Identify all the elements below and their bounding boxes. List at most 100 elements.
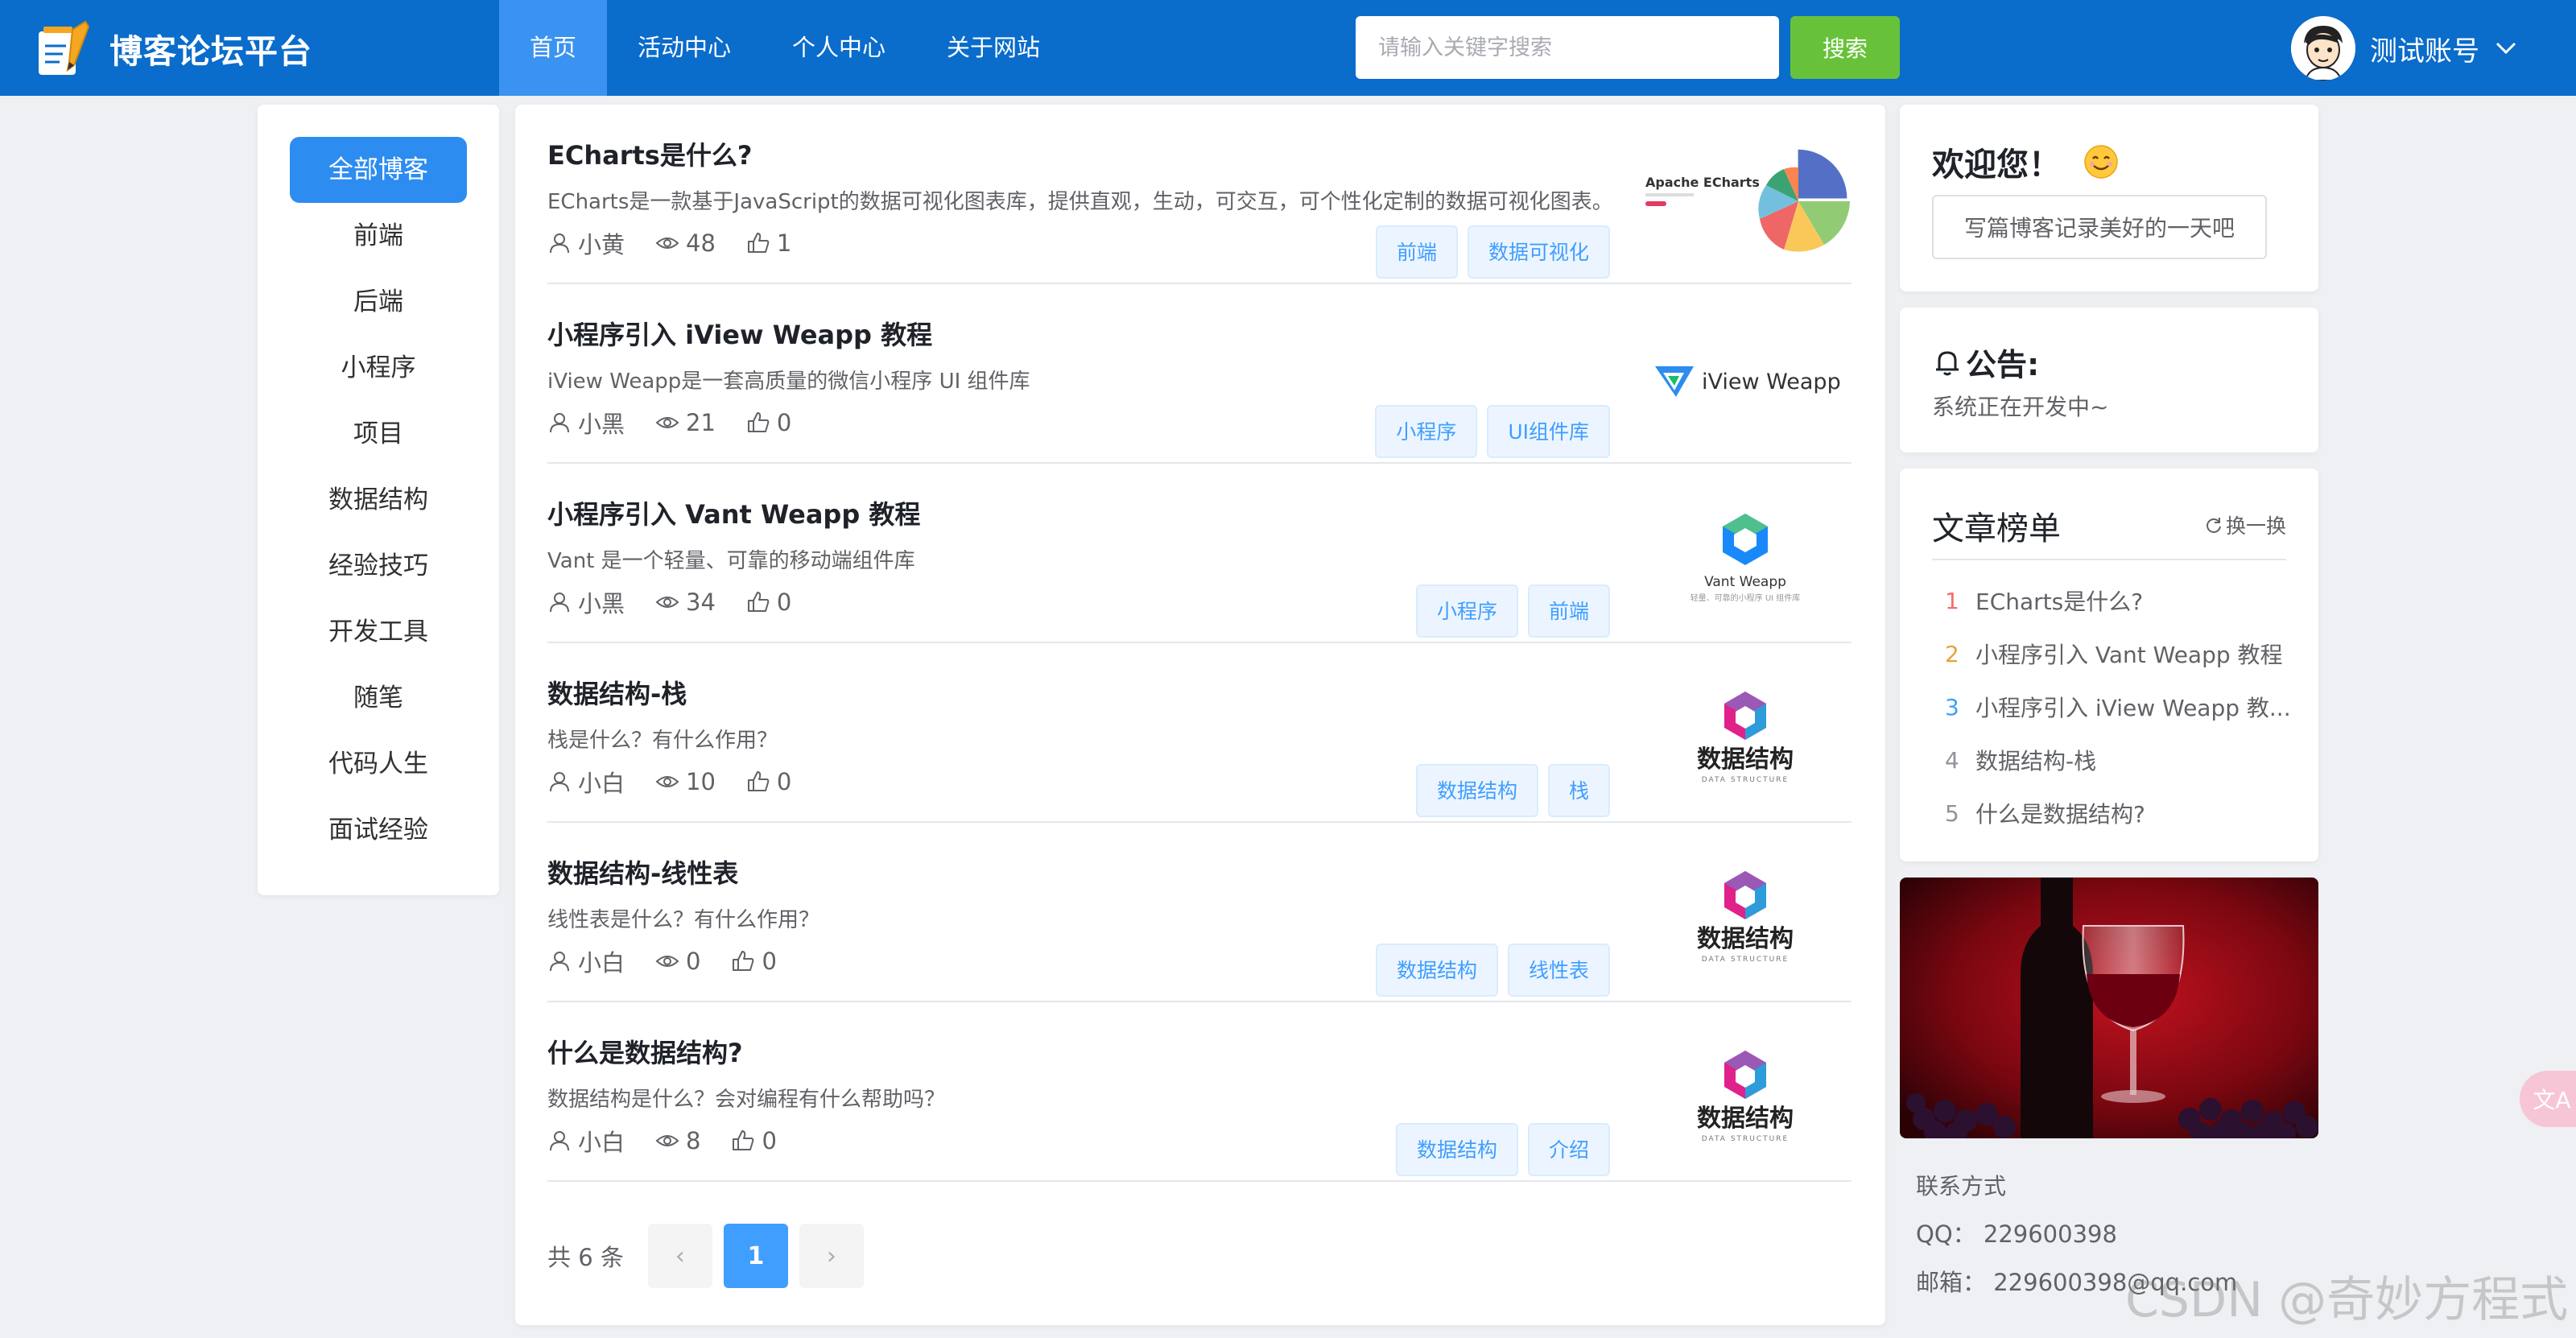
like-count[interactable]: 0 [746,588,791,616]
ranking-item[interactable]: 5 什么是数据结构? [1945,789,2299,837]
bell-icon [1936,351,1959,375]
author-name: 小白 [578,770,625,797]
category-project[interactable]: 项目 [290,401,467,467]
data-structure-thumbnail: 数据结构 DATA STRUCTURE [1697,692,1794,784]
prev-page-button[interactable]: ‹ [647,1224,712,1288]
article-desc: 数据结构是什么？会对编程有什么帮助吗？ [547,1088,946,1112]
user-menu[interactable]: 测试账号 [2291,16,2518,81]
rank-number: 2 [1945,640,1959,667]
nav-home[interactable]: 首页 [499,0,608,96]
rank-title: 数据结构-栈 [1975,748,2097,774]
article-title[interactable]: 数据结构-线性表 [547,853,738,890]
view-count: 8 [655,1127,700,1154]
article-tags: 数据结构 介绍 [1386,1123,1610,1176]
tag[interactable]: 数据结构 [1395,1123,1518,1176]
like-count[interactable]: 0 [731,1127,777,1154]
page-button-current[interactable]: 1 [723,1224,788,1288]
translate-button[interactable]: 文A [2520,1071,2576,1127]
views-value: 21 [686,409,716,436]
category-backend[interactable]: 后端 [290,269,467,335]
category-dev-tools[interactable]: 开发工具 [290,599,467,665]
tag[interactable]: 数据可视化 [1467,225,1610,279]
tag[interactable]: 栈 [1547,764,1610,817]
ranking-item[interactable]: 4 数据结构-栈 [1945,736,2299,784]
thumb-sublabel: 轻量、可靠的小程序 UI 组件库 [1690,593,1801,603]
article-meta: 小黄 48 1 [547,227,822,259]
author-name: 小白 [578,949,625,977]
welcome-card: 欢迎您！ 写篇博客记录美好的一天吧 [1900,105,2318,291]
like-count[interactable]: 0 [746,409,791,436]
likes-value: 0 [776,409,792,436]
article-item[interactable]: ECharts是什么? ECharts是一款基于JavaScript的数据可视化… [547,105,1852,284]
thumb-label: iView Weapp [1702,370,1841,394]
category-all[interactable]: 全部博客 [290,137,467,203]
contact-qq: QQ： 229600398 [1916,1220,2117,1248]
site-logo[interactable]: 博客论坛平台 [35,18,312,79]
view-count: 0 [655,948,700,975]
user-icon [550,413,569,433]
article-tags: 数据结构 栈 [1406,764,1610,817]
article-desc: 栈是什么？有什么作用？ [547,729,778,753]
tag[interactable]: 前端 [1375,225,1458,279]
nav-about[interactable]: 关于网站 [916,0,1071,96]
article-title[interactable]: ECharts是什么? [547,135,752,172]
ranking-item[interactable]: 1 ECharts是什么? [1945,576,2299,625]
category-data-structure[interactable]: 数据结构 [290,467,467,533]
search-button[interactable]: 搜索 [1790,16,1900,79]
tag[interactable]: UI组件库 [1487,405,1610,458]
like-count[interactable]: 0 [746,768,791,795]
article-tags: 小程序 前端 [1406,584,1610,638]
likes-value: 0 [762,1127,777,1154]
refresh-label: 换一换 [2225,514,2286,538]
rank-number: 3 [1945,693,1959,721]
article-item[interactable]: 数据结构-线性表 线性表是什么？有什么作用？ 小白 0 0 数据结构 线性表 数… [547,823,1852,1002]
article-title[interactable]: 数据结构-栈 [547,674,687,711]
article-item[interactable]: 什么是数据结构? 数据结构是什么？会对编程有什么帮助吗？ 小白 8 0 数据结构… [547,1002,1852,1182]
tag[interactable]: 小程序 [1415,584,1518,638]
nav-activity[interactable]: 活动中心 [607,0,762,96]
tag[interactable]: 前端 [1527,584,1610,638]
thumb-sublabel: DATA STRUCTURE [1702,776,1789,784]
article-title[interactable]: 小程序引入 iView Weapp 教程 [547,315,932,352]
article-item[interactable]: 数据结构-栈 栈是什么？有什么作用？ 小白 10 0 数据结构 栈 数据结构 D… [547,643,1852,823]
category-frontend[interactable]: 前端 [290,203,467,269]
view-count: 34 [655,588,716,616]
category-sidebar: 全部博客 前端 后端 小程序 项目 数据结构 经验技巧 开发工具 随笔 代码人生… [258,105,499,895]
thumb-label: 数据结构 [1697,925,1794,953]
tag[interactable]: 线性表 [1507,944,1610,997]
category-essay[interactable]: 随笔 [290,665,467,731]
article-title[interactable]: 什么是数据结构? [547,1033,743,1070]
tag[interactable]: 小程序 [1375,405,1478,458]
likes-value: 0 [762,948,777,975]
tag[interactable]: 数据结构 [1415,764,1538,817]
write-blog-button[interactable]: 写篇博客记录美好的一天吧 [1932,195,2267,259]
article-item[interactable]: 小程序引入 Vant Weapp 教程 Vant 是一个轻量、可靠的移动端组件库… [547,464,1852,643]
refresh-button[interactable]: 换一换 [2205,510,2286,539]
next-page-button[interactable]: › [799,1224,864,1288]
ranking-item[interactable]: 3 小程序引入 iView Weapp 教... [1945,683,2299,731]
avatar [2291,16,2355,81]
author: 小白 [547,1124,625,1158]
thumb-label: 数据结构 [1697,745,1794,774]
article-desc: iView Weapp是一套高质量的微信小程序 UI 组件库 [547,370,1030,394]
category-miniprogram[interactable]: 小程序 [290,335,467,401]
article-title[interactable]: 小程序引入 Vant Weapp 教程 [547,494,920,531]
thumb-label: 数据结构 [1697,1105,1794,1133]
category-interview[interactable]: 面试经验 [290,797,467,863]
rank-title: 小程序引入 iView Weapp 教... [1975,695,2291,721]
article-item[interactable]: 小程序引入 iView Weapp 教程 iView Weapp是一套高质量的微… [547,284,1852,464]
search-input[interactable] [1356,16,1779,79]
author: 小黄 [547,226,625,260]
tag[interactable]: 数据结构 [1375,944,1498,997]
category-tips[interactable]: 经验技巧 [290,533,467,599]
user-name: 测试账号 [2370,35,2479,68]
category-code-life[interactable]: 代码人生 [290,731,467,797]
tag[interactable]: 介绍 [1527,1123,1610,1176]
nav-profile[interactable]: 个人中心 [762,0,916,96]
like-count[interactable]: 1 [746,229,791,257]
thumbs-up-icon [733,1130,754,1150]
ranking-card: 文章榜单 换一换 1 ECharts是什么? 2 小程序引入 Vant Weap… [1900,469,2318,861]
like-count[interactable]: 0 [731,948,777,975]
user-icon [550,772,569,792]
ranking-item[interactable]: 2 小程序引入 Vant Weapp 教程 [1945,630,2299,678]
